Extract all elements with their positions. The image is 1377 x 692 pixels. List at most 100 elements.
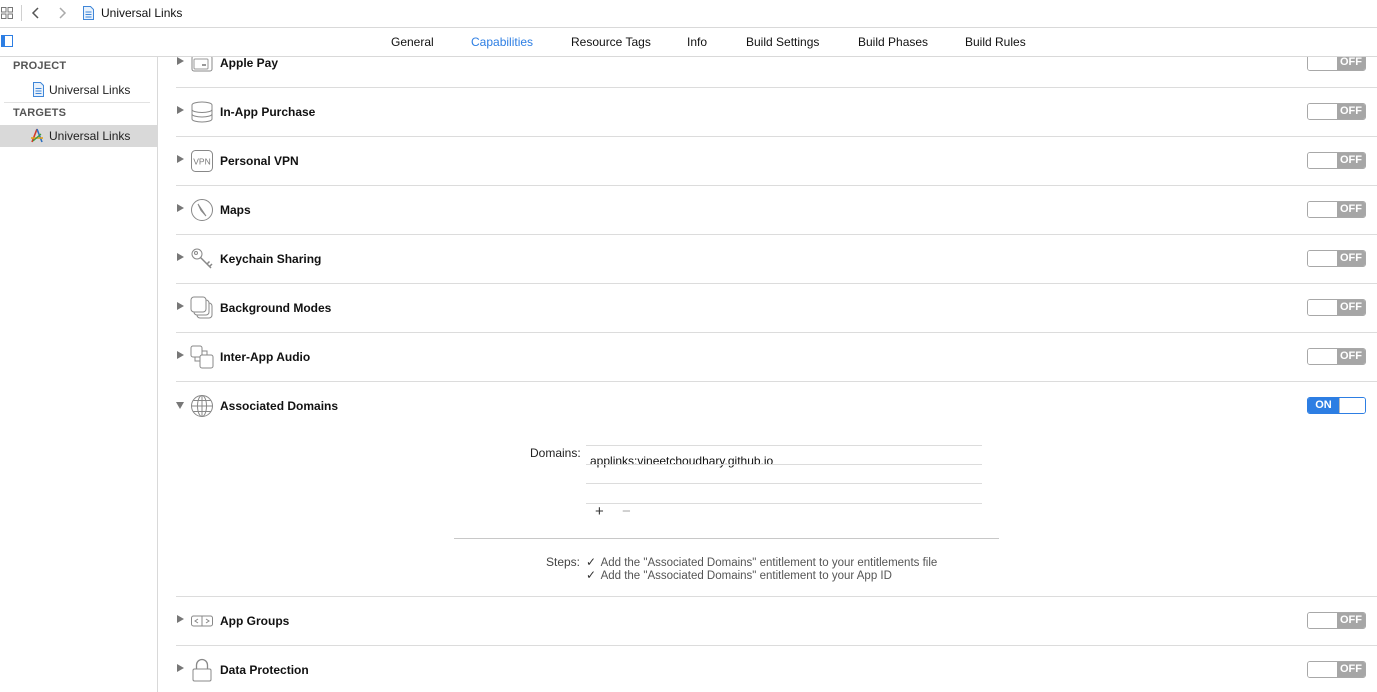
toggle-knob [1308,202,1338,217]
disclosure-triangle[interactable] [177,204,184,212]
toggle-state: OFF [1337,300,1365,315]
globe-icon [191,395,213,417]
toggle-knob [1308,153,1338,168]
capability-name: Associated Domains [220,399,339,413]
grid-icon[interactable] [1,7,13,19]
toggle-knob [1308,104,1338,119]
capability-name: Background Modes [220,301,332,315]
step-text: Add the "Associated Domains" entitlement… [600,570,892,582]
capability-toggle[interactable]: OFF [1307,348,1366,365]
inter-app-audio-icon [190,345,214,369]
toggle-state: ON [1308,398,1339,413]
capability-toggle[interactable]: OFF [1307,612,1366,629]
back-icon[interactable] [29,6,43,20]
add-domain-button[interactable]: + [595,503,604,520]
toggle-knob [1308,662,1338,677]
capability-toggle[interactable]: OFF [1307,250,1366,267]
capability-row-data-protection: Data Protection OFF [176,645,1377,692]
toggle-state: OFF [1337,104,1365,119]
toggle-knob [1308,251,1338,266]
maps-icon [191,199,213,221]
capability-name: Maps [220,203,251,217]
disclosure-triangle[interactable] [176,402,184,409]
capability-row-keychain-sharing: Keychain Sharing OFF [176,234,1377,284]
disclosure-triangle[interactable] [177,664,184,672]
disclosure-triangle[interactable] [177,57,184,65]
tab-resource-tags[interactable]: Resource Tags [571,35,651,49]
disclosure-triangle[interactable] [177,615,184,623]
toggle-state: OFF [1337,349,1365,364]
capability-row-associated-domains: Associated Domains ON [176,381,1377,430]
disclosure-triangle[interactable] [177,351,184,359]
capability-toggle[interactable]: OFF [1307,103,1366,120]
sidebar-item-label: Universal Links [49,83,131,97]
project-file-icon [83,6,94,20]
capability-toggle[interactable]: OFF [1307,57,1366,71]
capability-toggle[interactable]: OFF [1307,661,1366,678]
toggle-knob [1308,613,1338,628]
vpn-icon-text: VPN [193,157,210,167]
background-modes-icon [190,296,213,319]
capability-name: Apple Pay [220,57,279,70]
divider [586,445,982,446]
disclosure-triangle[interactable] [177,302,184,310]
divider [586,483,982,484]
sidebar-item-target[interactable]: Universal Links [0,125,157,147]
step-item: ✓ Add the "Associated Domains" entitleme… [586,555,937,569]
keychain-icon [191,248,213,269]
tab-build-rules[interactable]: Build Rules [965,35,1026,49]
toggle-knob [1308,300,1338,315]
disclosure-triangle[interactable] [177,106,184,114]
forward-icon[interactable] [55,6,69,20]
capability-row-personal-vpn: VPN Personal VPN OFF [176,136,1377,186]
capability-row-background-modes: Background Modes OFF [176,283,1377,333]
toggle-state: OFF [1337,613,1365,628]
apple-pay-icon [191,57,213,72]
toggle-knob [1339,398,1365,413]
sidebar-item-project[interactable]: Universal Links [0,79,157,101]
targets-heading: TARGETS [13,107,67,119]
capability-row-apple-pay: Apple Pay OFF [176,57,1377,88]
tab-build-settings[interactable]: Build Settings [746,35,819,49]
capability-name: Keychain Sharing [220,252,322,266]
capability-toggle[interactable]: OFF [1307,152,1366,169]
lock-icon [192,658,212,682]
capability-row-in-app-purchase: In-App Purchase OFF [176,87,1377,137]
checkmark-icon: ✓ [586,555,597,569]
domain-entry[interactable]: applinks:vineetchoudhary.github.io [590,454,773,468]
tab-capabilities[interactable]: Capabilities [471,35,533,49]
toggle-knob [1308,57,1338,70]
capability-toggle[interactable]: OFF [1307,299,1366,316]
breadcrumb[interactable]: Universal Links [101,6,182,20]
capability-name: In-App Purchase [220,105,316,119]
app-groups-icon [191,615,213,627]
path-bar: Universal Links [0,0,1377,28]
capability-row-inter-app-audio: Inter-App Audio OFF [176,332,1377,382]
toggle-state: OFF [1337,202,1365,217]
tab-general[interactable]: General [391,35,434,49]
step-item: ✓ Add the "Associated Domains" entitleme… [586,568,892,582]
capability-toggle[interactable]: OFF [1307,201,1366,218]
project-sidebar: PROJECT Universal Links TARGETS Universa… [0,57,158,692]
toggle-state: OFF [1337,153,1365,168]
capability-name: App Groups [220,614,290,628]
steps-label: Steps: [546,555,581,569]
capability-row-maps: Maps OFF [176,185,1377,235]
divider [586,464,982,465]
sidebar-toggle-icon[interactable] [1,35,13,47]
divider [4,102,150,103]
vpn-icon: VPN [191,150,213,172]
disclosure-triangle[interactable] [177,155,184,163]
capability-name: Inter-App Audio [220,350,311,364]
associated-domains-details: Domains: applinks:vineetchoudhary.github… [176,431,1377,597]
toggle-state: OFF [1337,57,1365,70]
toggle-knob [1308,349,1338,364]
disclosure-triangle[interactable] [177,253,184,261]
divider [21,5,22,21]
remove-domain-button[interactable]: − [622,503,631,520]
toggle-state: OFF [1337,251,1365,266]
capability-row-app-groups: App Groups OFF [176,596,1377,646]
capability-toggle[interactable]: ON [1307,397,1366,414]
tab-info[interactable]: Info [687,35,707,49]
tab-build-phases[interactable]: Build Phases [858,35,928,49]
